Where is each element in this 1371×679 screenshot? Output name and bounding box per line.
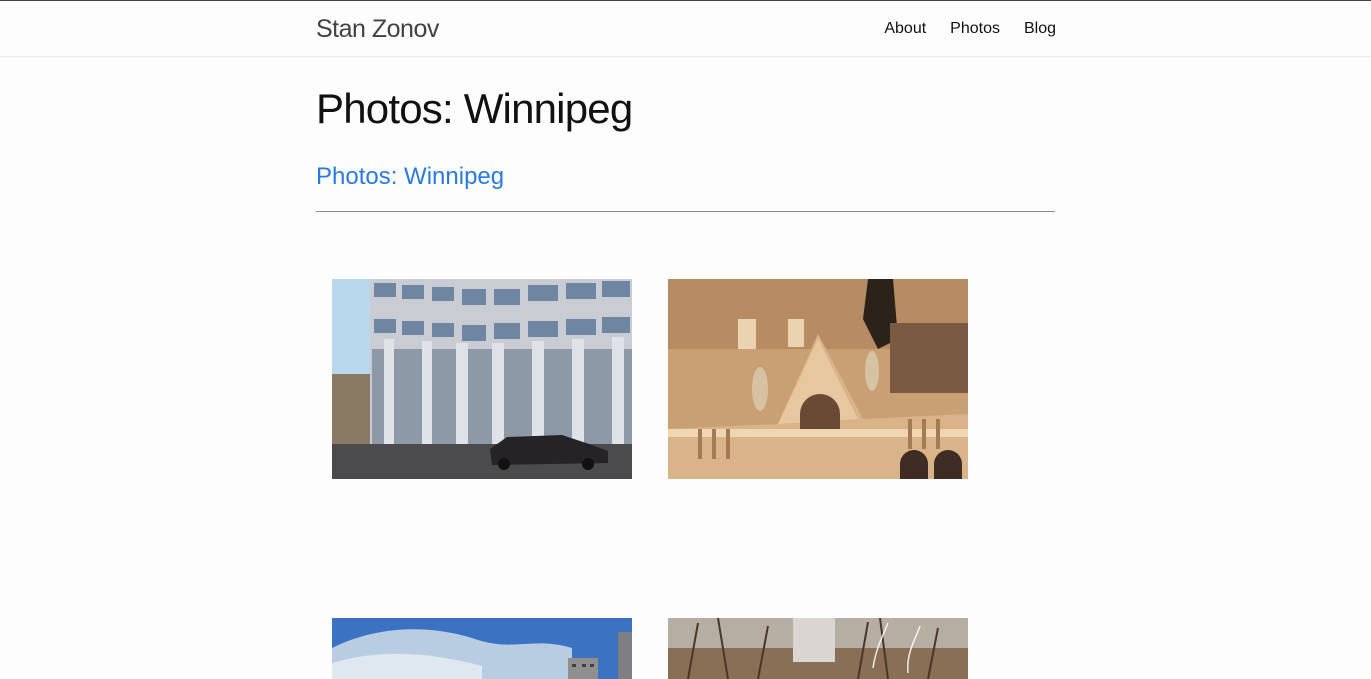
photo-sky-highrise[interactable] (332, 618, 632, 679)
photo-office-building-image (332, 279, 632, 479)
photo-winter-trees-image (668, 618, 968, 679)
nav-link-blog[interactable]: Blog (1024, 20, 1056, 38)
page-heading: Photos: Winnipeg (316, 85, 633, 132)
divider (316, 211, 1055, 212)
nav-link-about[interactable]: About (884, 20, 926, 38)
nav-link-photos[interactable]: Photos (950, 20, 1000, 38)
site-header: Stan Zonov About Photos Blog (0, 0, 1371, 57)
site-title-link[interactable]: Stan Zonov (316, 15, 439, 43)
photo-sandstone-building[interactable] (668, 279, 968, 479)
site-nav: About Photos Blog (884, 20, 1056, 38)
photo-winter-trees[interactable] (668, 618, 968, 679)
photo-office-building[interactable] (332, 279, 632, 479)
photo-sandstone-building-image (668, 279, 968, 479)
post-title-link[interactable]: Photos: Winnipeg (316, 163, 504, 191)
photo-sky-highrise-image (332, 618, 632, 679)
